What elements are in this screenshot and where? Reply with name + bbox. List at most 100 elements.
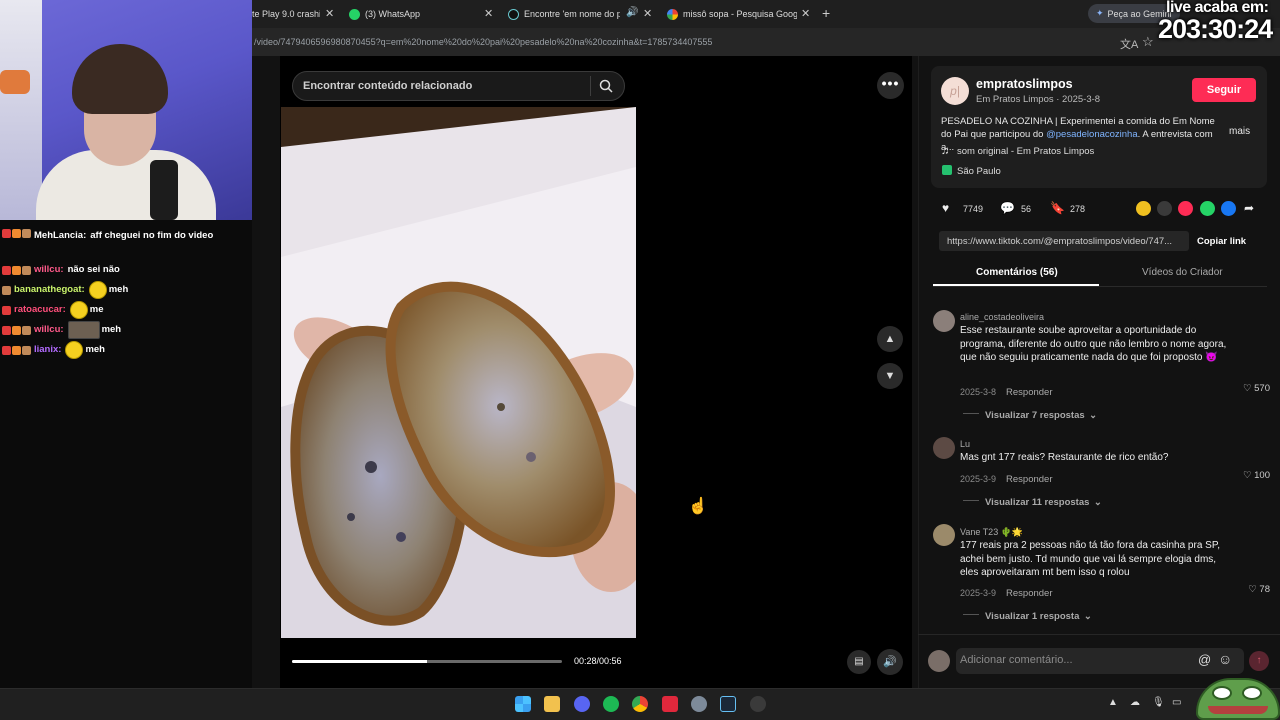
volume-button[interactable]: 🔊 bbox=[877, 649, 903, 675]
obs-icon[interactable] bbox=[750, 696, 766, 712]
send-comment-button[interactable]: ↑ bbox=[1249, 651, 1269, 671]
chat-username: bananathegoat: bbox=[14, 284, 85, 295]
comment-likes-count: 78 bbox=[1259, 584, 1270, 595]
tab-crashing[interactable]: te Play 9.0 crashing bbox=[252, 4, 320, 24]
gemini-icon: ✦ bbox=[1096, 8, 1104, 18]
reply-button[interactable]: Responder bbox=[1006, 474, 1052, 485]
view-replies-label: Visualizar 11 respostas bbox=[985, 497, 1090, 508]
reply-button[interactable]: Responder bbox=[1006, 387, 1052, 398]
more-link[interactable]: mais bbox=[1229, 126, 1250, 137]
whatsapp-share-icon[interactable] bbox=[1200, 201, 1215, 216]
reply-button[interactable]: Responder bbox=[1006, 588, 1052, 599]
webcam-feed bbox=[0, 0, 252, 220]
emote-icon bbox=[88, 281, 107, 299]
heart-icon[interactable]: ♥ bbox=[942, 201, 949, 215]
spotify-icon[interactable] bbox=[603, 696, 619, 712]
location-icon bbox=[942, 165, 952, 175]
embed-icon[interactable] bbox=[1157, 201, 1172, 216]
url-text[interactable]: /video/7479406596980870455?q=em%20nome%2… bbox=[254, 37, 712, 47]
comment-username[interactable]: Lu bbox=[960, 439, 970, 449]
comment-avatar[interactable] bbox=[933, 310, 955, 332]
tray-chevron-up-icon[interactable]: ▲ bbox=[1108, 697, 1118, 708]
tab-label: missô sopa - Pesquisa Google bbox=[683, 9, 797, 19]
network-icon[interactable]: ▭ bbox=[1172, 697, 1181, 708]
share-arrow-icon[interactable]: ➦ bbox=[1244, 201, 1254, 215]
hand-cursor-icon: ☝ bbox=[688, 498, 708, 515]
chat-badges bbox=[2, 229, 31, 238]
close-tab-icon[interactable]: ✕ bbox=[325, 7, 334, 20]
tab-google[interactable]: missô sopa - Pesquisa Google bbox=[667, 4, 797, 24]
stream-chat: MehLancia: aff cheguei no fim do video wi… bbox=[0, 228, 250, 360]
comment-text: Esse restaurante soube aproveitar a opor… bbox=[960, 325, 1227, 363]
tab-whatsapp[interactable]: (3) WhatsApp bbox=[349, 4, 474, 24]
chat-message: ratoacucar: me bbox=[0, 300, 250, 320]
comment-username[interactable]: Vane T23 🌵🌟 bbox=[960, 527, 1023, 538]
captions-button[interactable]: ▤ bbox=[847, 650, 871, 674]
author-name[interactable]: empratoslimpos bbox=[976, 77, 1073, 91]
cloud-icon[interactable]: ☁ bbox=[1130, 697, 1140, 708]
comment-text: 177 reais pra 2 pessoas não tá tão fora … bbox=[960, 540, 1220, 578]
search-icon[interactable] bbox=[599, 79, 613, 93]
chrome-icon[interactable] bbox=[632, 696, 648, 712]
location-label[interactable]: São Paulo bbox=[957, 166, 1001, 177]
emoji-icon[interactable]: ☺ bbox=[1218, 651, 1232, 667]
comment-likes[interactable]: ♡ 78 bbox=[1230, 584, 1270, 595]
view-replies[interactable]: Visualizar 7 respostas ⌄ bbox=[963, 405, 1097, 423]
file-explorer-icon[interactable] bbox=[544, 696, 560, 712]
microphone-icon[interactable]: 🎙 bbox=[1152, 697, 1165, 708]
steam-icon[interactable] bbox=[720, 696, 736, 712]
close-tab-icon[interactable]: ✕ bbox=[484, 7, 493, 20]
chat-text: meh bbox=[85, 344, 105, 355]
chat-message: MehLancia: aff cheguei no fim do video bbox=[0, 228, 250, 260]
comment-date: 2025-3-8 bbox=[960, 387, 997, 397]
comment-avatar[interactable] bbox=[933, 437, 955, 459]
comment-icon[interactable]: 💬 bbox=[1000, 201, 1015, 215]
replies-line bbox=[963, 500, 979, 502]
tab-creator-videos[interactable]: Vídeos do Criador bbox=[1142, 267, 1223, 278]
emoji-share-icon[interactable] bbox=[1136, 201, 1151, 216]
emote-icon bbox=[65, 341, 84, 359]
video-progress-bar[interactable] bbox=[292, 660, 562, 663]
view-replies[interactable]: Visualizar 11 respostas ⌄ bbox=[963, 492, 1102, 510]
follow-button[interactable]: Seguir bbox=[1192, 78, 1256, 102]
video-player[interactable] bbox=[281, 107, 636, 638]
author-avatar[interactable]: p| bbox=[941, 77, 969, 105]
bookmark-star-icon[interactable]: ☆ bbox=[1142, 34, 1154, 50]
more-options-button[interactable]: ••• bbox=[877, 72, 904, 99]
windows-start-icon[interactable] bbox=[515, 696, 531, 712]
close-tab-icon[interactable]: ✕ bbox=[643, 7, 652, 20]
comment-username[interactable]: aline_costadeoliveira bbox=[960, 312, 1044, 322]
chevron-down-icon: ⌄ bbox=[1089, 410, 1098, 421]
frog-mouth bbox=[1208, 706, 1268, 714]
chat-text: aff cheguei no fim do video bbox=[90, 230, 214, 241]
mention-link[interactable]: @pesadelonacozinha bbox=[1046, 129, 1138, 140]
comments-count: 56 bbox=[1021, 204, 1032, 214]
copy-link-button[interactable]: Copiar link bbox=[1197, 236, 1246, 247]
tab-tiktok[interactable]: Encontre 'em nome do pai bbox=[508, 4, 620, 24]
translate-icon[interactable]: 文A bbox=[1120, 36, 1138, 52]
comment-likes[interactable]: ♡ 570 bbox=[1230, 383, 1270, 394]
comment-avatar[interactable] bbox=[933, 524, 955, 546]
share-link-url[interactable]: https://www.tiktok.com/@empratoslimpos/v… bbox=[947, 236, 1172, 247]
view-replies[interactable]: Visualizar 1 resposta ⌄ bbox=[963, 606, 1092, 624]
comment-likes[interactable]: ♡ 100 bbox=[1230, 470, 1270, 481]
mention-at-icon[interactable]: @ bbox=[1198, 652, 1211, 667]
discord-icon[interactable] bbox=[574, 696, 590, 712]
tab-comments[interactable]: Comentários (56) bbox=[976, 267, 1058, 278]
previous-video-button[interactable]: ▲ bbox=[877, 326, 903, 352]
speaker-icon[interactable]: 🔊 bbox=[626, 7, 638, 18]
facebook-share-icon[interactable] bbox=[1221, 201, 1236, 216]
google-icon bbox=[667, 8, 678, 20]
app-icon[interactable] bbox=[662, 696, 678, 712]
new-tab-button[interactable]: + bbox=[822, 5, 830, 21]
bookmark-icon[interactable]: 🔖 bbox=[1050, 201, 1065, 215]
close-tab-icon[interactable]: ✕ bbox=[801, 7, 810, 20]
next-video-button[interactable]: ▼ bbox=[877, 363, 903, 389]
emote-icon bbox=[67, 321, 100, 339]
whatsapp-icon bbox=[349, 8, 360, 20]
send-to-friends-icon[interactable] bbox=[1178, 201, 1193, 216]
settings-gear-icon[interactable] bbox=[691, 696, 707, 712]
emote-icon bbox=[69, 301, 88, 319]
chat-username: ratoacucar: bbox=[14, 304, 66, 315]
music-label[interactable]: som original - Em Pratos Limpos bbox=[957, 146, 1094, 157]
